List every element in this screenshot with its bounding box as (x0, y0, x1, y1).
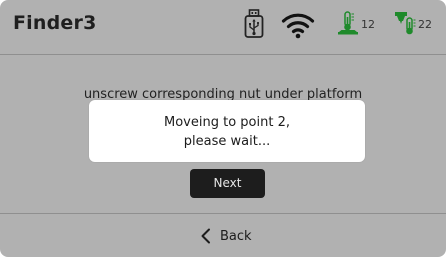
printer-name: Finder3 (13, 12, 97, 34)
bed-temperature-value: 12 (361, 18, 375, 31)
header-divider (0, 54, 446, 55)
next-button[interactable]: Next (190, 169, 265, 198)
usb-icon[interactable] (244, 9, 264, 39)
dialog-message-line-2: please wait... (183, 134, 271, 149)
footer-divider (0, 213, 446, 214)
printer-screen: Finder3 12 22 unscrew corresponding nut … (0, 0, 446, 257)
chevron-left-icon (200, 228, 212, 244)
wifi-icon[interactable] (281, 11, 315, 39)
progress-dialog: Moveing to point 2, please wait... (89, 100, 365, 162)
back-label: Back (220, 229, 252, 244)
bed-temperature-icon (337, 10, 359, 36)
status-header: Finder3 12 22 (0, 0, 446, 54)
nozzle-temperature-icon (394, 10, 416, 36)
back-button[interactable]: Back (196, 223, 266, 251)
nozzle-temperature-value: 22 (418, 18, 432, 31)
dialog-message-line-1: Moveing to point 2, (164, 115, 290, 130)
